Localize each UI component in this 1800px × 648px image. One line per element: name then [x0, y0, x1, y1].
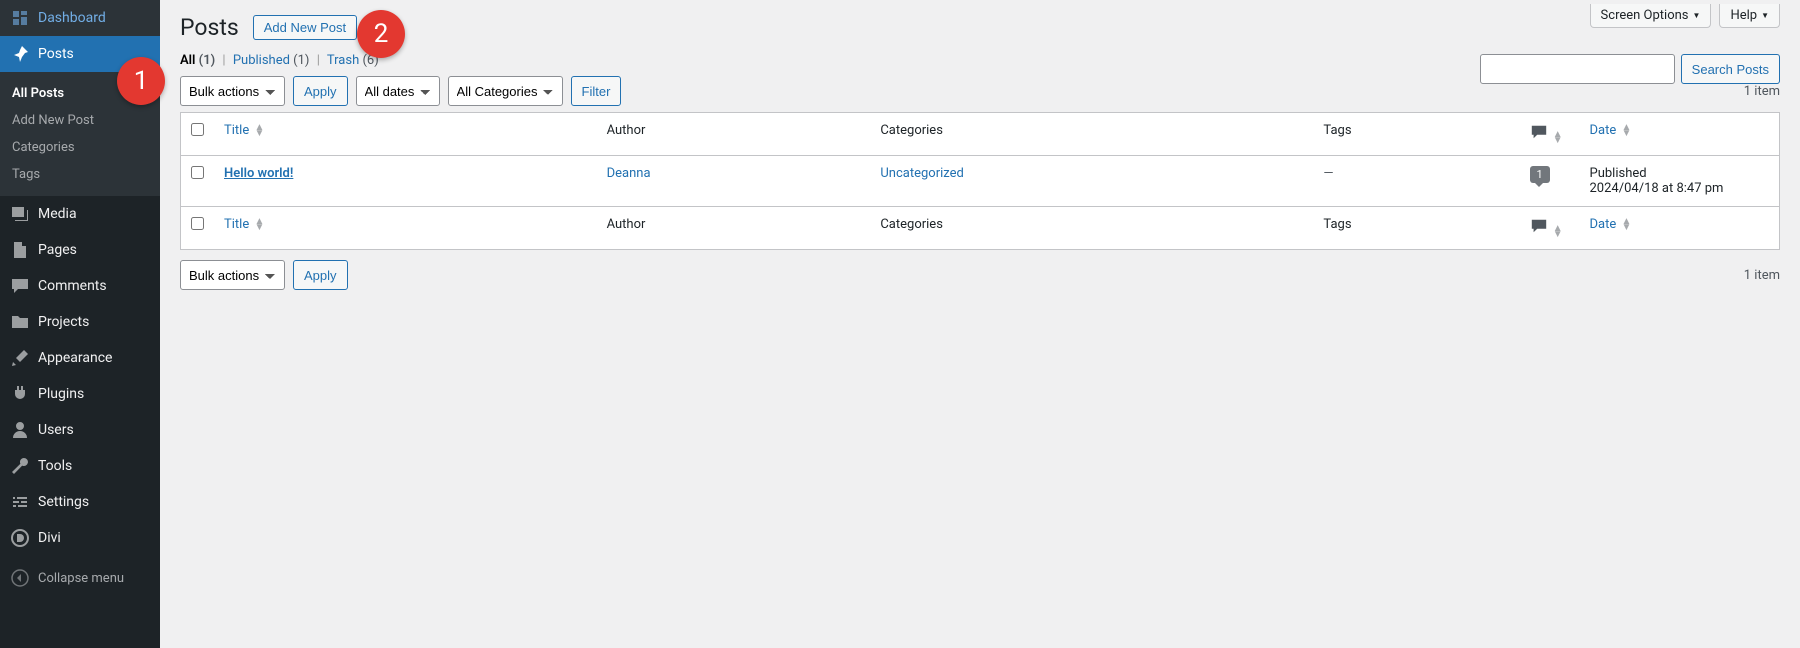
table-footer-row: Title ▲▼ Author Categories Tags ▲▼ Date …	[181, 207, 1780, 250]
collapse-label: Collapse menu	[38, 571, 124, 586]
submenu-tags[interactable]: Tags	[0, 161, 160, 188]
sidebar-item-divi[interactable]: Divi	[0, 520, 160, 556]
submenu-categories[interactable]: Categories	[0, 134, 160, 161]
sort-icon: ▲▼	[254, 219, 264, 231]
view-all[interactable]: All (1)	[180, 53, 215, 68]
bulk-actions-select[interactable]: Bulk actions	[180, 76, 285, 106]
sort-icon: ▲▼	[1553, 226, 1563, 238]
post-title-link[interactable]: Hello world!	[224, 166, 293, 181]
post-category-link[interactable]: Uncategorized	[880, 166, 963, 181]
settings-icon	[10, 492, 30, 512]
col-title[interactable]: Title ▲▼	[214, 113, 597, 156]
brush-icon	[10, 348, 30, 368]
post-status: Published	[1590, 166, 1647, 181]
sort-icon: ▲▼	[254, 125, 264, 137]
sidebar-item-appearance[interactable]: Appearance	[0, 340, 160, 376]
page-icon	[10, 240, 30, 260]
sidebar-label: Posts	[38, 46, 74, 62]
table-header-row: Title ▲▼ Author Categories Tags ▲▼ Date …	[181, 113, 1780, 156]
apply-bulk-button-bottom[interactable]: Apply	[293, 260, 348, 290]
search-posts-button[interactable]: Search Posts	[1681, 54, 1780, 84]
col-categories: Categories	[870, 113, 1313, 156]
view-published[interactable]: Published (1)	[233, 53, 310, 68]
table-row: Hello world! Deanna Uncategorized — 1 Pu…	[181, 156, 1780, 207]
sidebar-label: Media	[38, 206, 77, 222]
chevron-down-icon: ▼	[1761, 11, 1769, 20]
bulk-actions-select-bottom[interactable]: Bulk actions	[180, 260, 285, 290]
user-icon	[10, 420, 30, 440]
search-input[interactable]	[1480, 54, 1675, 84]
sidebar-item-tools[interactable]: Tools	[0, 448, 160, 484]
submenu-add-new[interactable]: Add New Post	[0, 107, 160, 134]
sidebar-label: Tools	[38, 458, 72, 474]
sidebar-label: Comments	[38, 278, 107, 294]
col-comments[interactable]: ▲▼	[1520, 113, 1580, 156]
screen-options-label: Screen Options	[1601, 8, 1689, 23]
dashboard-icon	[10, 8, 30, 28]
col-author-foot: Author	[597, 207, 871, 250]
categories-filter-select[interactable]: All Categories	[448, 76, 563, 106]
projects-icon	[10, 312, 30, 332]
col-date[interactable]: Date ▲▼	[1580, 113, 1780, 156]
filter-button[interactable]: Filter	[571, 76, 622, 106]
sidebar-label: Settings	[38, 494, 89, 510]
plugin-icon	[10, 384, 30, 404]
divi-icon	[10, 528, 30, 548]
sort-icon: ▲▼	[1553, 132, 1563, 144]
comment-count-bubble[interactable]: 1	[1530, 166, 1550, 183]
sidebar-item-plugins[interactable]: Plugins	[0, 376, 160, 412]
help-label: Help	[1730, 8, 1757, 23]
sidebar-item-dashboard[interactable]: Dashboard	[0, 0, 160, 36]
apply-bulk-button[interactable]: Apply	[293, 76, 348, 106]
main-content: Screen Options ▼ Help ▼ Posts Add New Po…	[160, 0, 1800, 648]
pin-icon	[10, 44, 30, 64]
top-right-tabs: Screen Options ▼ Help ▼	[1590, 4, 1780, 28]
sidebar-item-users[interactable]: Users	[0, 412, 160, 448]
page-title: Posts	[180, 14, 239, 41]
item-count-top: 1 item	[1744, 84, 1780, 99]
wrench-icon	[10, 456, 30, 476]
dates-filter-select[interactable]: All dates	[356, 76, 440, 106]
sort-icon: ▲▼	[1621, 219, 1631, 231]
chevron-down-icon: ▼	[1693, 11, 1701, 20]
col-comments-foot[interactable]: ▲▼	[1520, 207, 1580, 250]
sidebar-item-comments[interactable]: Comments	[0, 268, 160, 304]
item-count-bottom: 1 item	[1744, 268, 1780, 283]
sidebar-label: Plugins	[38, 386, 84, 402]
col-categories-foot: Categories	[870, 207, 1313, 250]
collapse-icon	[10, 568, 30, 588]
col-tags-foot: Tags	[1313, 207, 1519, 250]
comment-icon	[10, 276, 30, 296]
post-author-link[interactable]: Deanna	[607, 166, 651, 181]
sidebar-label: Divi	[38, 530, 61, 546]
post-date: 2024/04/18 at 8:47 pm	[1590, 181, 1724, 196]
media-icon	[10, 204, 30, 224]
sidebar-item-projects[interactable]: Projects	[0, 304, 160, 340]
row-checkbox[interactable]	[191, 166, 204, 179]
sort-icon: ▲▼	[1621, 125, 1631, 137]
sidebar-item-media[interactable]: Media	[0, 196, 160, 232]
sidebar-label: Projects	[38, 314, 89, 330]
sidebar-item-pages[interactable]: Pages	[0, 232, 160, 268]
sidebar-label: Appearance	[38, 350, 112, 366]
col-tags: Tags	[1313, 113, 1519, 156]
sidebar-label: Pages	[38, 242, 77, 258]
posts-table: Title ▲▼ Author Categories Tags ▲▼ Date …	[180, 112, 1780, 250]
annotation-1: 1	[117, 57, 165, 105]
col-author: Author	[597, 113, 871, 156]
collapse-menu[interactable]: Collapse menu	[0, 560, 160, 596]
sidebar-item-settings[interactable]: Settings	[0, 484, 160, 520]
add-new-post-button[interactable]: Add New Post	[253, 15, 357, 40]
col-title-foot[interactable]: Title ▲▼	[214, 207, 597, 250]
select-all-bottom[interactable]	[191, 217, 204, 230]
screen-options-tab[interactable]: Screen Options ▼	[1590, 4, 1712, 28]
post-tags: —	[1323, 166, 1333, 181]
annotation-2: 2	[357, 10, 405, 58]
help-tab[interactable]: Help ▼	[1719, 4, 1780, 28]
sidebar-label: Users	[38, 422, 74, 438]
sidebar-label: Dashboard	[38, 10, 106, 26]
select-all-top[interactable]	[191, 123, 204, 136]
col-date-foot[interactable]: Date ▲▼	[1580, 207, 1780, 250]
